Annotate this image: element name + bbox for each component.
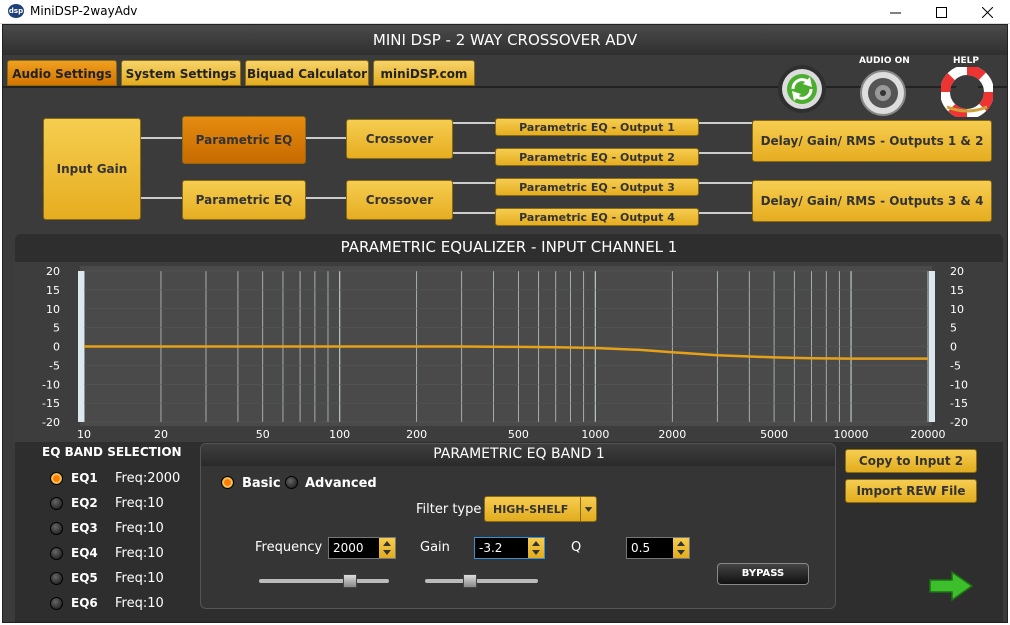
eq-band-row[interactable]: EQ3 Freq:10 — [50, 518, 164, 538]
copy-to-input-2-button[interactable]: Copy to Input 2 — [845, 449, 977, 473]
eq-band-freq: Freq:2000 — [115, 470, 181, 486]
x-tick-label: 5000 — [760, 428, 788, 441]
y-tick-label: 0 — [950, 341, 957, 354]
eq-band-radio[interactable] — [50, 496, 63, 510]
eq-band-radio[interactable] — [50, 521, 63, 535]
eq-band-name: EQ1 — [71, 471, 98, 485]
eq-band-row[interactable]: EQ2 Freq:10 — [50, 493, 164, 513]
x-tick-label: 10000 — [834, 428, 869, 441]
filter-type-label: Filter type — [416, 502, 482, 517]
eq-band-freq: Freq:10 — [115, 520, 164, 536]
graph-left-edge — [78, 271, 84, 422]
import-rew-file-button[interactable]: Import REW File — [845, 479, 977, 503]
y-tick-label: -10 — [950, 378, 968, 391]
eq-band-name: EQ2 — [71, 496, 98, 510]
y-tick-label: 20 — [950, 265, 964, 278]
frequency-spinbox[interactable]: 2000 — [328, 537, 396, 559]
q-stepper[interactable] — [673, 538, 689, 558]
y-tick-label: 15 — [950, 284, 964, 297]
y-tick-label: 10 — [46, 303, 60, 316]
x-tick-label: 20 — [154, 428, 168, 441]
x-tick-label: 50 — [256, 428, 270, 441]
gain-spinbox[interactable]: -3.2 — [474, 537, 545, 559]
x-tick-label: 1000 — [581, 428, 609, 441]
eq-band-row[interactable]: EQ4 Freq:10 — [50, 543, 164, 563]
gain-label: Gain — [420, 540, 450, 555]
eq-band-name: EQ5 — [71, 571, 98, 585]
filter-type-value: HIGH-SHELF — [493, 503, 569, 516]
up-down-arrows-icon — [677, 541, 685, 555]
eq-band-freq: Freq:10 — [115, 545, 164, 561]
eq-band-row[interactable]: EQ6 Freq:10 — [50, 593, 164, 613]
y-tick-label: 15 — [46, 284, 60, 297]
q-label: Q — [571, 540, 582, 555]
gain-value: -3.2 — [479, 541, 503, 555]
next-arrow-icon[interactable] — [928, 570, 974, 602]
y-tick-label: -15 — [950, 397, 968, 410]
graph-right-edge — [929, 271, 935, 422]
frequency-slider[interactable] — [259, 579, 389, 583]
y-tick-label: 20 — [46, 265, 60, 278]
parametric-eq-band-panel: PARAMETRIC EQ BAND 1 Basic Advanced Filt… — [200, 443, 836, 609]
frequency-value: 2000 — [333, 541, 364, 555]
band-panel-title: PARAMETRIC EQ BAND 1 — [433, 446, 605, 462]
gain-slider-thumb[interactable] — [463, 574, 477, 588]
x-tick-label: 2000 — [658, 428, 686, 441]
frequency-slider-thumb[interactable] — [343, 574, 357, 588]
basic-mode-radio[interactable] — [221, 476, 234, 489]
eq-band-row[interactable]: EQ5 Freq:10 — [50, 568, 164, 588]
x-tick-label: 200 — [406, 428, 427, 441]
y-tick-label: 10 — [950, 303, 964, 316]
eq-band-row[interactable]: EQ1 Freq:2000 — [50, 468, 180, 488]
eq-band-selection-heading: EQ BAND SELECTION — [42, 445, 182, 459]
eq-band-radio[interactable] — [50, 596, 63, 610]
eq-band-freq: Freq:10 — [115, 595, 164, 611]
eq-band-radio[interactable] — [50, 471, 63, 485]
x-tick-label: 100 — [329, 428, 350, 441]
eq-band-freq: Freq:10 — [115, 495, 164, 511]
eq-band-radio[interactable] — [50, 546, 63, 560]
advanced-mode-radio[interactable] — [285, 476, 298, 489]
eq-response-graph[interactable]: 10 20 50 100 200 500 1000 2000 5000 10000 20000 20… — [0, 0, 1010, 445]
x-tick-label: 10 — [77, 428, 91, 441]
advanced-mode-label[interactable]: Advanced — [305, 476, 377, 491]
frequency-label: Frequency — [255, 540, 323, 555]
y-tick-label: 5 — [950, 322, 957, 335]
basic-mode-label[interactable]: Basic — [242, 476, 281, 491]
eq-band-name: EQ6 — [71, 596, 98, 610]
y-tick-label: -5 — [49, 359, 60, 372]
y-tick-label: -20 — [950, 416, 968, 429]
y-tick-label: -15 — [42, 397, 60, 410]
eq-band-radio[interactable] — [50, 571, 63, 585]
q-value: 0.5 — [631, 541, 651, 555]
eq-band-freq: Freq:10 — [115, 570, 164, 586]
chevron-down-icon — [580, 497, 593, 521]
eq-band-name: EQ3 — [71, 521, 98, 535]
x-tick-label: 20000 — [911, 428, 946, 441]
bypass-button[interactable]: BYPASS — [717, 563, 809, 585]
up-down-arrows-icon — [383, 541, 391, 555]
x-tick-label: 500 — [508, 428, 529, 441]
gain-slider[interactable] — [425, 579, 538, 583]
filter-type-dropdown[interactable]: HIGH-SHELF — [484, 496, 597, 522]
frequency-stepper[interactable] — [379, 538, 395, 558]
y-tick-label: 0 — [53, 341, 60, 354]
y-tick-label: -5 — [950, 359, 961, 372]
y-tick-label: 5 — [53, 322, 60, 335]
eq-band-name: EQ4 — [71, 546, 98, 560]
q-spinbox[interactable]: 0.5 — [626, 537, 690, 559]
y-tick-label: -10 — [42, 378, 60, 391]
y-tick-label: -20 — [42, 416, 60, 429]
gain-stepper[interactable] — [528, 538, 544, 558]
up-down-arrows-icon — [532, 541, 540, 555]
